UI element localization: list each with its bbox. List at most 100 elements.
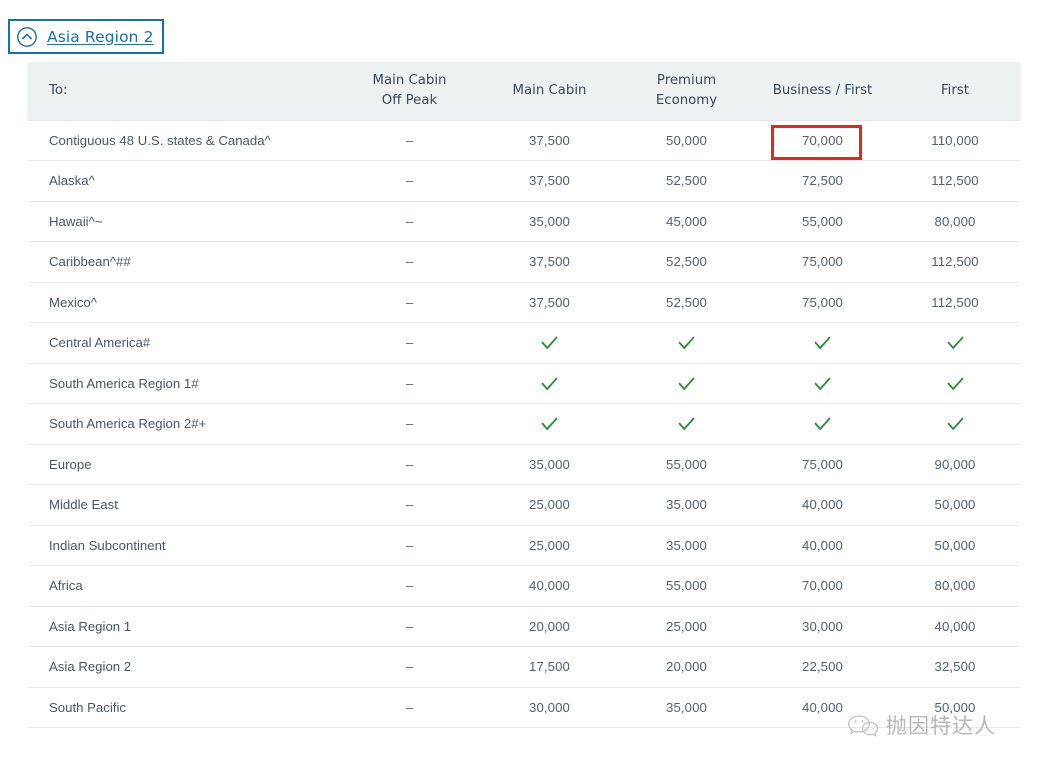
table-body: Contiguous 48 U.S. states & Canada^ –37,5… — [28, 120, 1020, 728]
cell-region: Alaska^ — [28, 160, 338, 202]
cell-first: 50,000 — [890, 484, 1020, 526]
cell-region: Mexico^ — [28, 282, 338, 323]
table-row: Middle East –25,000 35,000 40,000 50,000 — [28, 484, 1020, 526]
cell-first: 32,500 — [890, 646, 1020, 688]
check-icon — [947, 417, 963, 430]
cell-region: South Pacific — [28, 687, 338, 728]
cell-main-cabin: 20,000 — [481, 606, 618, 647]
cell-business-first — [755, 363, 890, 404]
table-row: Caribbean^## –37,500 52,500 75,000 112,500 — [28, 241, 1020, 283]
cell-business-first: 75,000 — [755, 444, 890, 485]
table-row: Central America# – — [28, 322, 1020, 364]
cell-business-first: 40,000 — [755, 687, 890, 728]
check-icon — [678, 377, 695, 390]
check-icon — [541, 336, 558, 349]
cell-business-first: 40,000 — [755, 484, 890, 526]
cell-main-cabin: 37,500 — [481, 241, 618, 283]
cell-main-cabin-off-peak: – — [338, 322, 481, 364]
check-icon — [541, 417, 558, 430]
cell-main-cabin: 30,000 — [481, 687, 618, 728]
cell-main-cabin: 25,000 — [481, 525, 618, 566]
cell-region: Africa — [28, 565, 338, 607]
section-toggle-asia-region-2[interactable]: Asia Region 2 — [8, 19, 164, 54]
table-row: Alaska^ –37,500 52,500 72,500 112,500 — [28, 160, 1020, 202]
cell-first — [890, 403, 1020, 445]
check-icon — [814, 377, 831, 390]
cell-business-first: 70,000 — [755, 565, 890, 607]
cell-first: 112,500 — [890, 160, 1020, 202]
header-line-2: Off Peak — [381, 92, 438, 108]
cell-first: 110,000 — [890, 120, 1020, 161]
table-row: Mexico^ –37,500 52,500 75,000 112,500 — [28, 282, 1020, 323]
cell-business-first — [755, 322, 890, 364]
cell-main-cabin: 37,500 — [481, 282, 618, 323]
table-row: Asia Region 1–20,000 25,000 30,000 40,000 — [28, 606, 1020, 647]
check-icon — [814, 417, 831, 430]
cell-main-cabin-off-peak: – — [338, 484, 481, 526]
cell-premium-economy: 55,000 — [618, 444, 755, 485]
cell-main-cabin-off-peak: – — [338, 525, 481, 566]
cell-main-cabin: 37,500 — [481, 160, 618, 202]
page-root: Asia Region 2 To: Main Cabin Off Peak Ma… — [0, 0, 1038, 776]
cell-main-cabin — [481, 322, 618, 364]
cell-main-cabin-off-peak: – — [338, 241, 481, 283]
column-header-premium-economy: Premium Economy — [618, 62, 755, 121]
cell-first: 112,500 — [890, 282, 1020, 323]
cell-main-cabin-off-peak: – — [338, 687, 481, 728]
chevron-up-circle-icon — [17, 26, 37, 47]
table-header: To: Main Cabin Off Peak Main Cabin Premi… — [28, 62, 1020, 121]
cell-premium-economy: 20,000 — [618, 646, 755, 688]
cell-main-cabin-off-peak: – — [338, 444, 481, 485]
cell-business-first: 75,000 — [755, 282, 890, 323]
cell-first: 90,000 — [890, 444, 1020, 485]
cell-region: South America Region 2#+ — [28, 403, 338, 445]
column-header-first: First — [890, 62, 1020, 121]
cell-business-first: 30,000 — [755, 606, 890, 647]
column-header-main-cabin-off-peak: Main Cabin Off Peak — [338, 62, 481, 121]
cell-main-cabin: 25,000 — [481, 484, 618, 526]
check-icon — [947, 377, 963, 390]
cell-region: Central America# — [28, 322, 338, 364]
cell-main-cabin — [481, 403, 618, 445]
table-row: South America Region 1# – — [28, 363, 1020, 404]
column-header-region: To: — [28, 62, 338, 121]
cell-first: 80,000 — [890, 201, 1020, 242]
cell-main-cabin-off-peak: – — [338, 363, 481, 404]
table-row: Contiguous 48 U.S. states & Canada^ –37,5… — [28, 120, 1020, 161]
cell-premium-economy: 35,000 — [618, 525, 755, 566]
cell-first: 80,000 — [890, 565, 1020, 607]
award-chart-table: To: Main Cabin Off Peak Main Cabin Premi… — [28, 62, 1020, 728]
check-icon — [814, 336, 831, 349]
cell-main-cabin: 17,500 — [481, 646, 618, 688]
cell-first — [890, 322, 1020, 364]
table-row: Asia Region 2–17,500 20,000 22,500 32,500 — [28, 646, 1020, 688]
cell-region: South America Region 1# — [28, 363, 338, 404]
cell-business-first: 70,000 — [755, 120, 890, 161]
table-row: Europe –35,000 55,000 75,000 90,000 — [28, 444, 1020, 485]
table-row: South America Region 2#+ – — [28, 403, 1020, 445]
cell-premium-economy: 55,000 — [618, 565, 755, 607]
cell-business-first: 72,500 — [755, 160, 890, 202]
check-icon — [541, 377, 558, 390]
cell-premium-economy: 35,000 — [618, 484, 755, 526]
check-icon — [947, 336, 963, 349]
section-toggle-label: Asia Region 2 — [47, 27, 154, 46]
check-icon — [678, 417, 695, 430]
cell-premium-economy: 52,500 — [618, 241, 755, 283]
cell-premium-economy: 35,000 — [618, 687, 755, 728]
header-line-1: Premium — [656, 73, 717, 89]
cell-premium-economy — [618, 403, 755, 445]
cell-main-cabin: 35,000 — [481, 444, 618, 485]
cell-main-cabin: 37,500 — [481, 120, 618, 161]
cell-main-cabin-off-peak: – — [338, 201, 481, 242]
cell-main-cabin-off-peak: – — [338, 282, 481, 323]
cell-business-first: 75,000 — [755, 241, 890, 283]
cell-premium-economy — [618, 322, 755, 364]
cell-business-first: 40,000 — [755, 525, 890, 566]
cell-business-first: 22,500 — [755, 646, 890, 688]
cell-first: 50,000 — [890, 525, 1020, 566]
cell-premium-economy — [618, 363, 755, 404]
cell-main-cabin-off-peak: – — [338, 646, 481, 688]
cell-main-cabin: 35,000 — [481, 201, 618, 242]
column-header-main-cabin: Main Cabin — [481, 62, 618, 121]
